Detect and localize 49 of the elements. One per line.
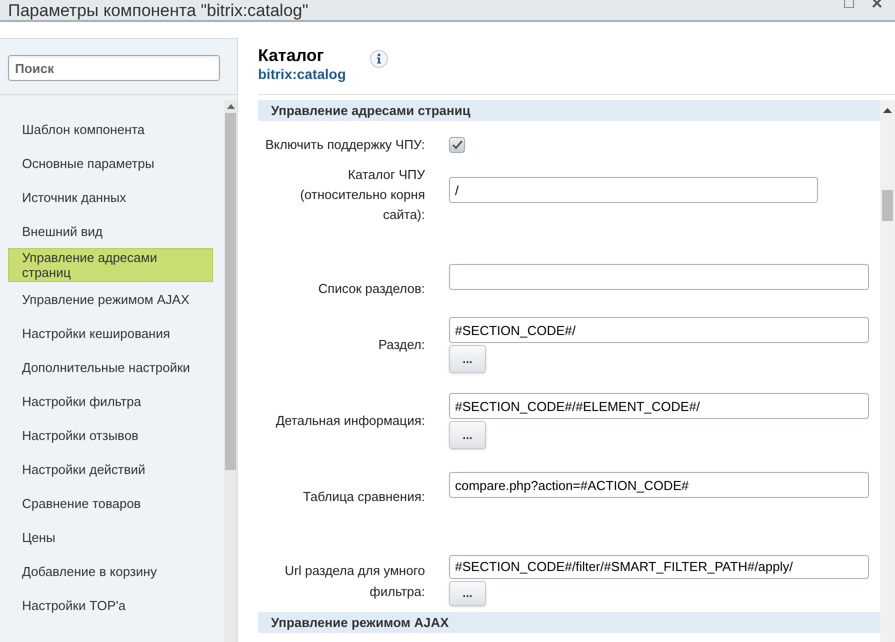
section-header[interactable]: Управление режимом AJAX — [258, 612, 880, 633]
browse-button[interactable]: ... — [449, 421, 486, 449]
sidebar-item[interactable]: Сравнение товаров — [8, 486, 213, 520]
section-title: Управление адресами страниц — [271, 103, 470, 118]
sidebar-item[interactable]: Основные параметры — [8, 146, 213, 180]
sidebar-item[interactable]: Управление режимом AJAX — [8, 282, 213, 316]
field-label: Каталог ЧПУ (относительно корня сайта): — [299, 166, 425, 224]
sidebar-item[interactable]: Настройки отзывов — [8, 418, 213, 452]
scrollbar-thumb[interactable] — [225, 113, 236, 470]
section-title: Управление режимом AJAX — [271, 615, 449, 630]
component-title: Каталог — [258, 46, 325, 66]
sidebar-item[interactable]: Цены — [8, 520, 213, 554]
scrollbar-thumb[interactable] — [882, 190, 893, 221]
close-icon[interactable] — [872, 0, 882, 8]
sidebar-item[interactable]: Настройки действий — [8, 452, 213, 486]
scroll-up-icon[interactable] — [226, 104, 234, 109]
text-field[interactable]: / — [449, 177, 818, 203]
search-field[interactable]: Поиск — [8, 55, 220, 81]
maximize-icon[interactable] — [844, 0, 854, 8]
field-label: Список разделов: — [317, 280, 425, 298]
section-header[interactable]: Управление адресами страниц — [258, 100, 880, 121]
component-code: bitrix:catalog — [258, 66, 346, 82]
text-field[interactable]: #SECTION_CODE#/ — [449, 317, 869, 343]
scrollbar[interactable] — [224, 100, 237, 642]
text-field[interactable]: #SECTION_CODE#/filter/#SMART_FILTER_PATH#/apply/ — [449, 555, 869, 579]
checkbox[interactable] — [449, 137, 465, 153]
scroll-up-icon[interactable] — [883, 108, 892, 113]
sidebar-item[interactable]: Настройки фильтра — [8, 384, 213, 418]
field-label: Url раздела для умного фильтра: — [284, 562, 425, 601]
text-field[interactable]: #SECTION_CODE#/#ELEMENT_CODE#/ — [449, 393, 869, 419]
sidebar-item[interactable]: Внешний вид — [8, 214, 213, 248]
field-label: Детальная информация: — [274, 412, 425, 430]
text-field[interactable]: compare.php?action=#ACTION_CODE# — [449, 472, 869, 498]
field-label: Включить поддержку ЧПУ: — [265, 137, 425, 152]
sidebar-item[interactable]: Источник данных — [8, 180, 213, 214]
field-label: Таблица сравнения: — [302, 488, 425, 506]
sidebar-item[interactable]: Управление адресами страниц — [8, 248, 213, 282]
window-title: Параметры компонента "bitrix:catalog" — [8, 1, 308, 20]
sidebar-item[interactable]: Дополнительные настройки — [8, 350, 213, 384]
sidebar-item[interactable]: Добавление в корзину — [8, 554, 213, 588]
field-label: Раздел: — [377, 336, 425, 354]
browse-button[interactable]: ... — [449, 345, 486, 373]
scrollbar[interactable] — [880, 100, 895, 642]
browse-button[interactable]: ... — [449, 580, 486, 606]
sidebar-item[interactable]: Шаблон компонента — [8, 112, 213, 146]
text-field[interactable] — [449, 264, 869, 290]
sidebar-item[interactable]: Настройки TOP'а — [8, 588, 213, 622]
sidebar-item[interactable]: Настройки кеширования — [8, 316, 213, 350]
info-icon[interactable] — [370, 50, 388, 68]
